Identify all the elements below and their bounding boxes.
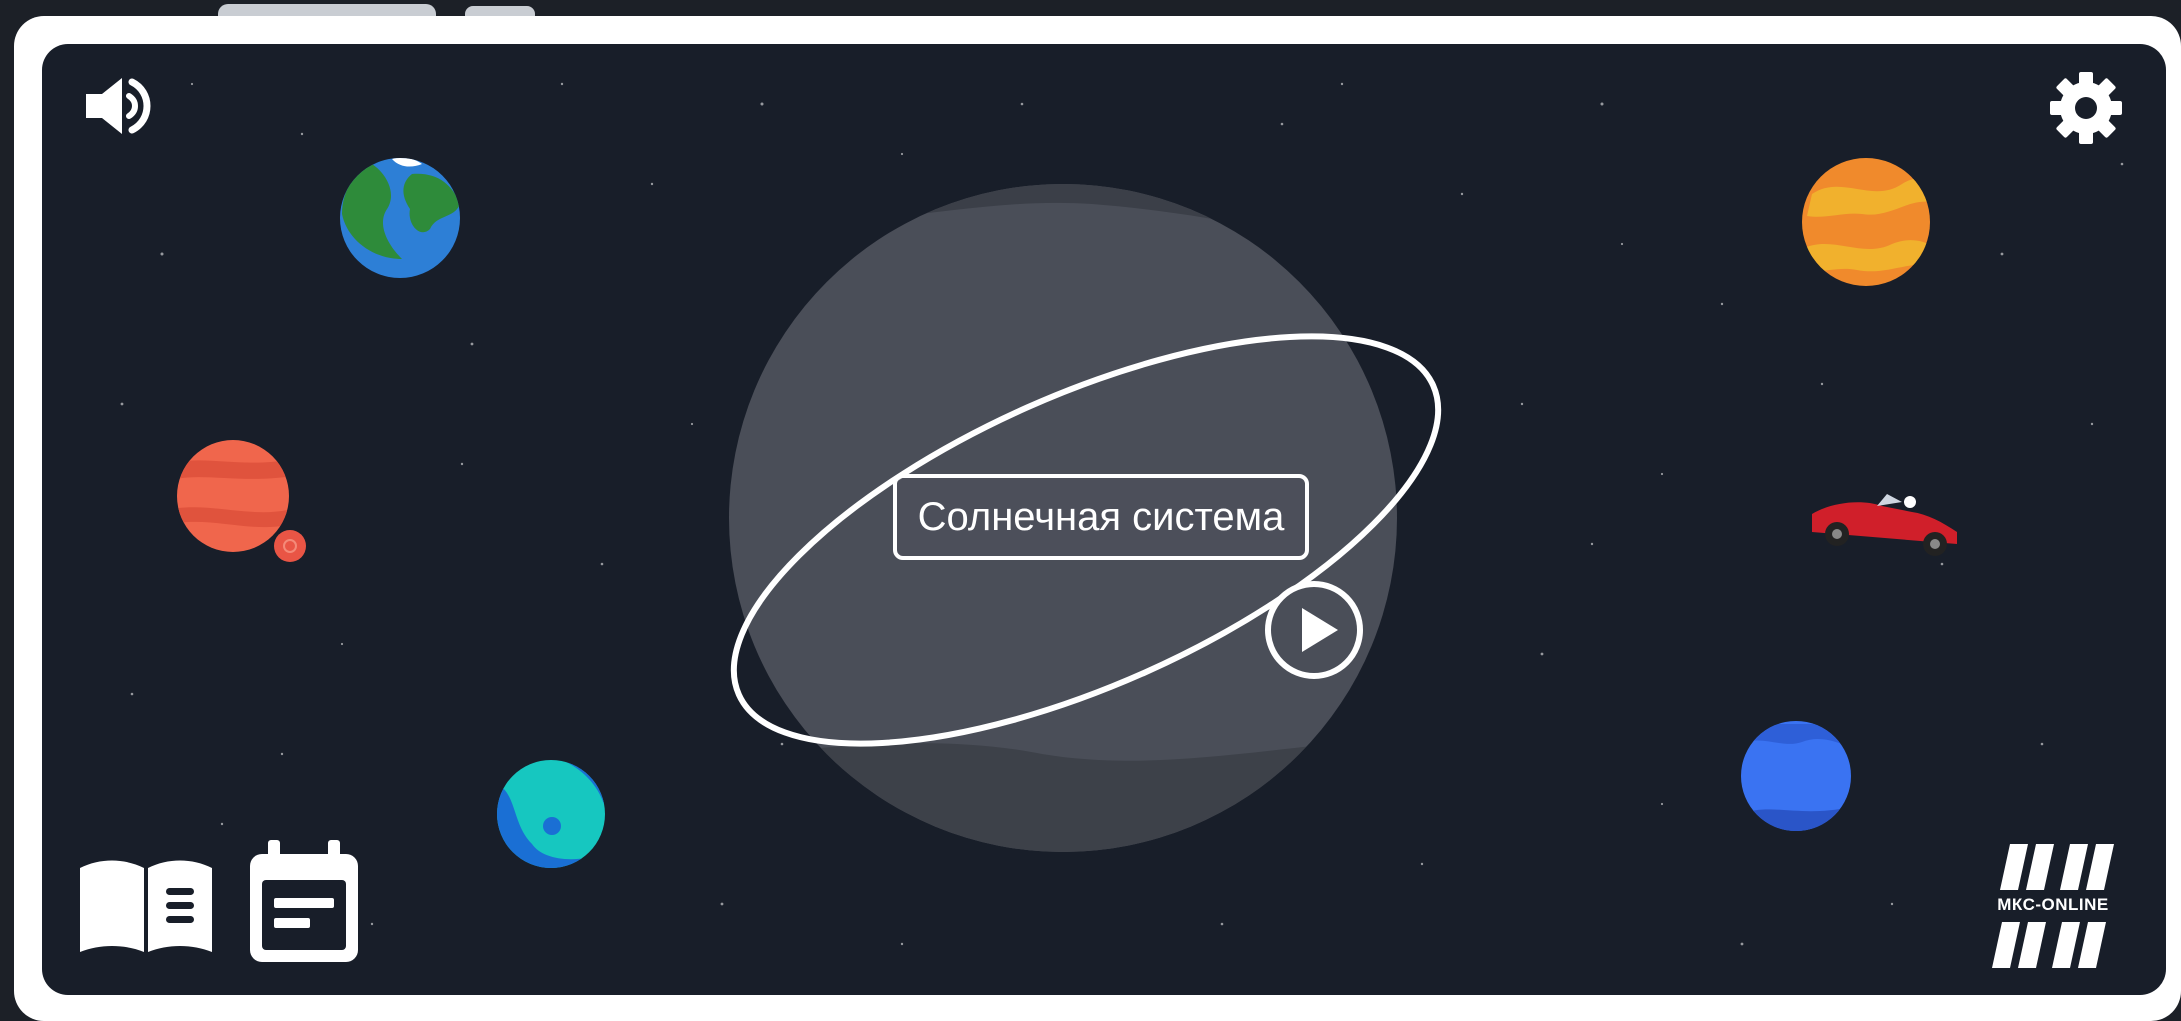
earth-planet — [340, 158, 460, 278]
game-scene: Солнечная система МКС-ONLINE — [42, 44, 2166, 995]
solar-system-label: Солнечная система — [917, 494, 1285, 539]
calendar-icon[interactable] — [246, 838, 362, 966]
teal-planet — [497, 760, 605, 868]
blue-planet — [1741, 721, 1851, 831]
mks-online-logo[interactable]: МКС-ONLINE — [1988, 840, 2118, 974]
roadster-car — [1812, 494, 1957, 556]
book-icon[interactable] — [74, 852, 218, 960]
play-icon[interactable] — [1262, 578, 1366, 682]
mars-planet — [177, 440, 306, 562]
solar-system-button[interactable]: Солнечная система — [893, 474, 1309, 560]
logo-text: МКС-ONLINE — [1997, 895, 2109, 914]
orange-planet — [1802, 158, 1930, 286]
speaker-icon[interactable] — [82, 70, 160, 142]
gear-icon[interactable] — [2048, 70, 2124, 146]
